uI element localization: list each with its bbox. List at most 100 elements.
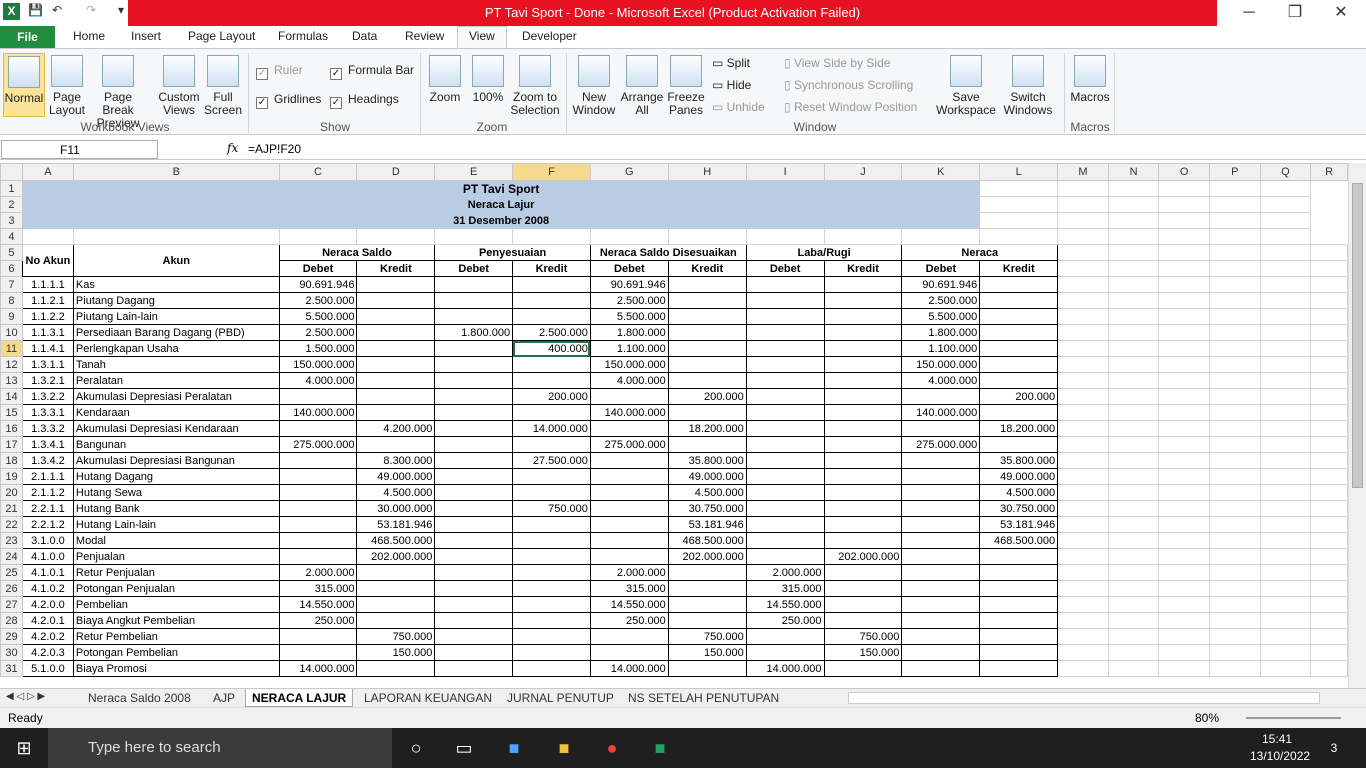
empty-cell[interactable] [1259, 532, 1312, 549]
cell-i[interactable] [745, 452, 825, 469]
cell-d[interactable] [356, 404, 436, 421]
task-view-icon[interactable]: ▭ [452, 736, 476, 760]
cell-h[interactable] [667, 276, 747, 293]
cell-f[interactable] [512, 484, 591, 501]
cell-i[interactable] [745, 628, 825, 645]
cell-c[interactable] [278, 420, 358, 437]
cell-i[interactable] [745, 292, 825, 309]
cell-b[interactable]: Kendaraan [72, 404, 280, 421]
cell-k[interactable]: 150.000.000 [901, 356, 981, 373]
empty-cell[interactable] [1057, 532, 1109, 549]
cell-h[interactable] [667, 612, 747, 629]
empty-cell[interactable] [1259, 660, 1312, 677]
empty-cell[interactable] [1158, 388, 1210, 405]
cell-c[interactable] [278, 516, 358, 533]
empty-cell[interactable] [1259, 436, 1312, 453]
row-header[interactable]: 2 [0, 196, 23, 213]
cell-h[interactable] [667, 436, 747, 453]
column-header[interactable]: Q [1259, 163, 1312, 181]
cell-f[interactable] [512, 516, 591, 533]
cell-k[interactable]: 5.500.000 [901, 308, 981, 325]
row-header[interactable]: 7 [0, 276, 23, 293]
empty-cell[interactable] [1310, 580, 1348, 597]
cell-i[interactable] [745, 340, 825, 357]
cell-i[interactable]: 2.000.000 [745, 564, 825, 581]
column-header[interactable]: J [823, 163, 903, 181]
empty-cell[interactable] [1310, 292, 1348, 309]
cell-l[interactable] [979, 596, 1059, 613]
sheet-tab[interactable]: LAPORAN KEUANGAN [364, 691, 492, 705]
empty-cell[interactable] [1057, 644, 1109, 661]
empty-cell[interactable] [1107, 484, 1160, 501]
cell-b[interactable]: Piutang Lain-lain [72, 308, 280, 325]
column-header[interactable]: F [512, 163, 591, 181]
empty-cell[interactable] [1310, 340, 1348, 357]
empty-cell[interactable] [1107, 436, 1160, 453]
cell-d[interactable]: 49.000.000 [356, 468, 436, 485]
empty-cell[interactable] [1310, 516, 1348, 533]
cell-b[interactable]: Perlengkapan Usaha [72, 340, 280, 357]
empty-cell[interactable] [1158, 516, 1210, 533]
row-header[interactable]: 19 [0, 468, 23, 485]
column-header[interactable]: H [667, 163, 747, 181]
tab-formulas[interactable]: Formulas [278, 29, 328, 43]
empty-cell[interactable] [1057, 660, 1109, 677]
empty-cell[interactable] [1259, 420, 1312, 437]
cell-c[interactable]: 1.500.000 [278, 340, 358, 357]
sheet-tab-active[interactable]: NERACA LAJUR [245, 689, 354, 707]
row-header[interactable]: 11 [0, 340, 23, 357]
row-header[interactable]: 4 [0, 228, 23, 245]
qat-customize-icon[interactable]: ▾ [118, 3, 124, 21]
cell-i[interactable]: 315.000 [745, 580, 825, 597]
empty-cell[interactable] [1310, 532, 1348, 549]
cell-a[interactable]: 2.2.1.1 [21, 500, 74, 517]
cell-i[interactable] [745, 436, 825, 453]
cell-g[interactable]: 2.000.000 [589, 564, 669, 581]
cell-e[interactable] [434, 532, 514, 549]
row-header[interactable]: 31 [0, 660, 23, 677]
cell-h[interactable]: 150.000 [667, 644, 747, 661]
cell-f[interactable]: 27.500.000 [512, 452, 591, 469]
cell-a[interactable]: 1.3.4.1 [21, 436, 74, 453]
cell-k[interactable]: 275.000.000 [901, 436, 981, 453]
cell-g[interactable] [589, 548, 669, 565]
empty-cell[interactable] [1057, 580, 1109, 597]
cell-g[interactable]: 4.000.000 [589, 372, 669, 389]
cell-k[interactable] [901, 612, 981, 629]
empty-cell[interactable] [1107, 340, 1160, 357]
cell-g[interactable]: 14.000.000 [589, 660, 669, 677]
row-header[interactable]: 6 [0, 260, 23, 277]
cell-d[interactable] [356, 276, 436, 293]
column-header[interactable]: M [1057, 163, 1109, 181]
close-button[interactable]: ✕ [1318, 2, 1364, 24]
empty-cell[interactable] [1107, 612, 1160, 629]
cell-h[interactable] [667, 308, 747, 325]
cell-b[interactable]: Piutang Dagang [72, 292, 280, 309]
cell-k[interactable] [901, 564, 981, 581]
cell-e[interactable] [434, 276, 514, 293]
row-header[interactable]: 23 [0, 532, 23, 549]
cell-l[interactable]: 53.181.946 [979, 516, 1059, 533]
cell-j[interactable] [823, 388, 903, 405]
cell-c[interactable] [278, 484, 358, 501]
empty-cell[interactable] [1057, 548, 1109, 565]
formula-bar-checkbox[interactable]: ✓ Formula Bar [330, 63, 414, 80]
cell-e[interactable] [434, 340, 514, 357]
cell-f[interactable] [512, 612, 591, 629]
empty-cell[interactable] [1107, 420, 1160, 437]
restore-button[interactable]: ❐ [1272, 2, 1318, 24]
empty-cell[interactable] [1158, 356, 1210, 373]
cell-j[interactable] [823, 340, 903, 357]
cell-i[interactable] [745, 308, 825, 325]
cell-j[interactable]: 150.000 [823, 644, 903, 661]
cell-h[interactable]: 35.800.000 [667, 452, 747, 469]
empty-cell[interactable] [1158, 660, 1210, 677]
cell-f[interactable] [512, 596, 591, 613]
empty-cell[interactable] [1158, 532, 1210, 549]
cell-g[interactable]: 140.000.000 [589, 404, 669, 421]
empty-cell[interactable] [1310, 308, 1348, 325]
empty-cell[interactable] [1107, 468, 1160, 485]
empty-cell[interactable] [1158, 628, 1210, 645]
cell-a[interactable]: 4.1.0.0 [21, 548, 74, 565]
cell-j[interactable] [823, 404, 903, 421]
